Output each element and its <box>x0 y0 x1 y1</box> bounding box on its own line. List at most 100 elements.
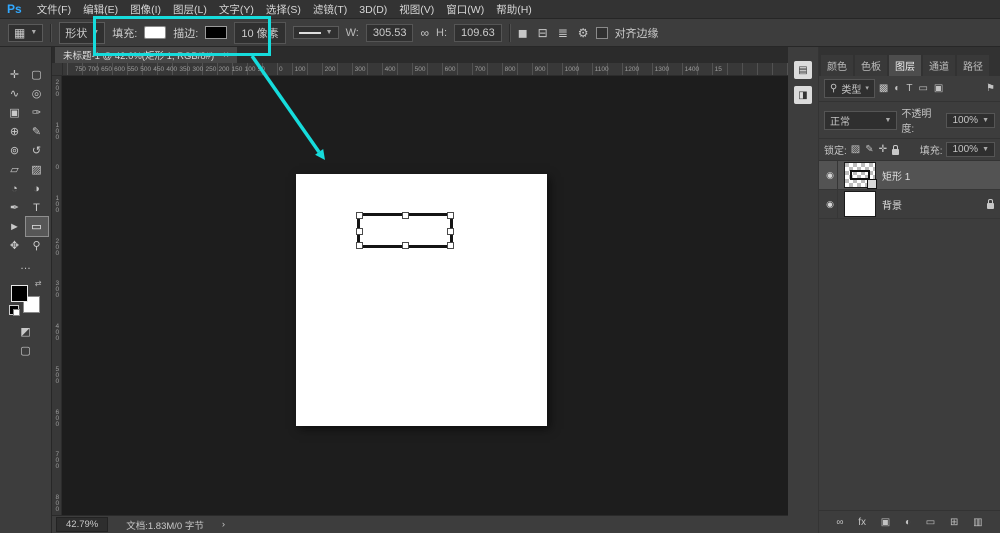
lock-position-icon[interactable]: ✛ <box>879 145 887 155</box>
new-group-icon[interactable]: ▭ <box>926 517 935 528</box>
layer-row[interactable]: ◉ 矩形 1 <box>819 161 1000 190</box>
align-edges-checkbox[interactable] <box>596 27 608 39</box>
stroke-type-dropdown[interactable]: ▼ <box>293 26 339 39</box>
filter-toggle-icon[interactable]: ⚑ <box>986 84 995 94</box>
filter-pixel-layers-icon[interactable]: ▩ <box>879 84 888 94</box>
eraser-tool[interactable]: ▱ <box>4 160 26 179</box>
settings-gear-icon[interactable]: ⚙ <box>578 27 589 39</box>
lock-all-icon[interactable] <box>892 149 899 155</box>
lasso-tool[interactable]: ∿ <box>4 84 26 103</box>
close-icon[interactable]: × <box>223 50 229 61</box>
history-brush-tool[interactable]: ↺ <box>26 141 48 160</box>
transform-handle[interactable] <box>447 228 454 235</box>
fill-opacity-dropdown[interactable]: 100% ▼ <box>946 142 995 157</box>
layer-visibility-icon[interactable]: ◉ <box>823 161 838 189</box>
lock-transparency-icon[interactable]: ▨ <box>851 145 860 155</box>
tab-color[interactable]: 颜色 <box>821 55 853 76</box>
layer-filter-dropdown[interactable]: ⚲ 类型 ▾ <box>824 79 875 98</box>
layer-name[interactable]: 背景 <box>882 197 978 212</box>
foreground-color-swatch[interactable] <box>11 285 28 302</box>
layer-name[interactable]: 矩形 1 <box>882 168 978 183</box>
document-canvas[interactable] <box>296 174 547 426</box>
quick-mask-icon[interactable]: ◩ <box>20 325 30 338</box>
menu-item[interactable]: 图层(L) <box>167 4 213 16</box>
menu-item[interactable]: 窗口(W) <box>440 4 490 16</box>
tool-mode-dropdown[interactable]: 形状 ▼ <box>59 22 105 44</box>
tool-preset-dropdown[interactable]: ▦ ▼ <box>8 24 43 42</box>
shape-height-input[interactable]: 109.63 <box>454 24 502 42</box>
zoom-tool[interactable]: ⚲ <box>26 236 48 255</box>
eyedropper-tool[interactable]: ✑ <box>26 103 48 122</box>
type-tool[interactable]: T <box>26 198 48 217</box>
blur-tool[interactable]: ◔ <box>4 179 26 198</box>
rectangle-shape[interactable] <box>357 213 453 248</box>
gradient-tool[interactable]: ▨ <box>26 160 48 179</box>
layer-visibility-icon[interactable]: ◉ <box>823 190 838 218</box>
move-tool[interactable]: ✛ <box>4 65 26 84</box>
shape-width-input[interactable]: 305.53 <box>366 24 414 42</box>
transform-handle[interactable] <box>402 212 409 219</box>
menu-item[interactable]: 视图(V) <box>393 4 440 16</box>
transform-handle[interactable] <box>447 242 454 249</box>
fill-color-swatch[interactable] <box>144 26 166 39</box>
filter-shape-layers-icon[interactable]: ▭ <box>918 84 927 94</box>
menu-item[interactable]: 图像(I) <box>124 4 167 16</box>
transform-handle[interactable] <box>356 212 363 219</box>
menu-item[interactable]: 选择(S) <box>260 4 307 16</box>
adjustment-layer-icon[interactable]: ◐ <box>905 517 911 528</box>
path-selection-tool[interactable]: ► <box>4 217 26 236</box>
rectangular-marquee-tool[interactable]: ▢ <box>26 65 48 84</box>
spot-healing-brush-tool[interactable]: ⊕ <box>4 122 26 141</box>
brush-tool[interactable]: ✎ <box>26 122 48 141</box>
tab-channels[interactable]: 通道 <box>923 55 955 76</box>
layer-thumbnail[interactable] <box>844 162 876 188</box>
dodge-tool[interactable]: ◑ <box>26 179 48 198</box>
menu-item[interactable]: 编辑(E) <box>77 4 124 16</box>
transform-handle[interactable] <box>447 212 454 219</box>
quick-selection-tool[interactable]: ◎ <box>26 84 48 103</box>
menu-item[interactable]: 文字(Y) <box>213 4 260 16</box>
lock-pixels-icon[interactable]: ✎ <box>865 145 873 155</box>
add-layer-mask-icon[interactable]: ▣ <box>881 517 890 528</box>
collapsed-panel-icon-2[interactable]: ◨ <box>794 86 812 104</box>
status-chevron-icon[interactable]: › <box>222 519 225 530</box>
new-layer-icon[interactable]: ⊞ <box>950 517 958 528</box>
link-dimensions-icon[interactable]: ∞ <box>420 27 429 39</box>
tab-paths[interactable]: 路径 <box>957 55 989 76</box>
filter-smart-objects-icon[interactable]: ▣ <box>934 84 943 94</box>
transform-handle[interactable] <box>356 242 363 249</box>
menu-item[interactable]: 3D(D) <box>353 4 393 16</box>
path-arrange-icon[interactable]: ≣ <box>558 27 568 39</box>
edit-toolbar-button[interactable]: … <box>20 260 31 272</box>
document-tab[interactable]: 未标题-1 @ 42.0%(矩形 1, RGB/8#) × <box>55 47 237 63</box>
hand-tool[interactable]: ✥ <box>4 236 26 255</box>
layer-style-icon[interactable]: fx <box>858 517 866 528</box>
pen-tool[interactable]: ✒ <box>4 198 26 217</box>
filter-type-layers-icon[interactable]: T <box>906 84 912 94</box>
delete-layer-icon[interactable]: ▥ <box>973 517 982 528</box>
blend-mode-dropdown[interactable]: 正常 ▼ <box>824 111 897 130</box>
transform-handle[interactable] <box>356 228 363 235</box>
collapsed-panel-icon-1[interactable]: ▤ <box>794 61 812 79</box>
menu-item[interactable]: 帮助(H) <box>490 4 538 16</box>
swap-colors-icon[interactable]: ⇄ <box>35 279 42 288</box>
tab-layers[interactable]: 图层 <box>889 55 921 76</box>
menu-item[interactable]: 文件(F) <box>31 4 77 16</box>
link-layers-icon[interactable]: ∞ <box>836 517 843 528</box>
crop-tool[interactable]: ▣ <box>4 103 26 122</box>
stroke-color-swatch[interactable] <box>205 26 227 39</box>
menu-item[interactable]: 滤镜(T) <box>307 4 353 16</box>
zoom-level-field[interactable]: 42.79% <box>56 517 108 532</box>
combine-shapes-icon[interactable]: ◼ <box>518 27 528 39</box>
layer-thumbnail[interactable] <box>844 191 876 217</box>
transform-handle[interactable] <box>402 242 409 249</box>
path-alignment-icon[interactable]: ⊟ <box>538 27 548 39</box>
rectangle-tool[interactable]: ▭ <box>26 217 48 236</box>
layer-row[interactable]: ◉ 背景 <box>819 190 1000 219</box>
clone-stamp-tool[interactable]: ⊚ <box>4 141 26 160</box>
stroke-width-input[interactable]: 10 像素 <box>234 22 285 44</box>
filter-adjustment-layers-icon[interactable]: ◐ <box>894 84 900 94</box>
screen-mode-icon[interactable]: ▢ <box>20 344 30 357</box>
tab-swatches[interactable]: 色板 <box>855 55 887 76</box>
opacity-dropdown[interactable]: 100% ▼ <box>946 113 995 128</box>
